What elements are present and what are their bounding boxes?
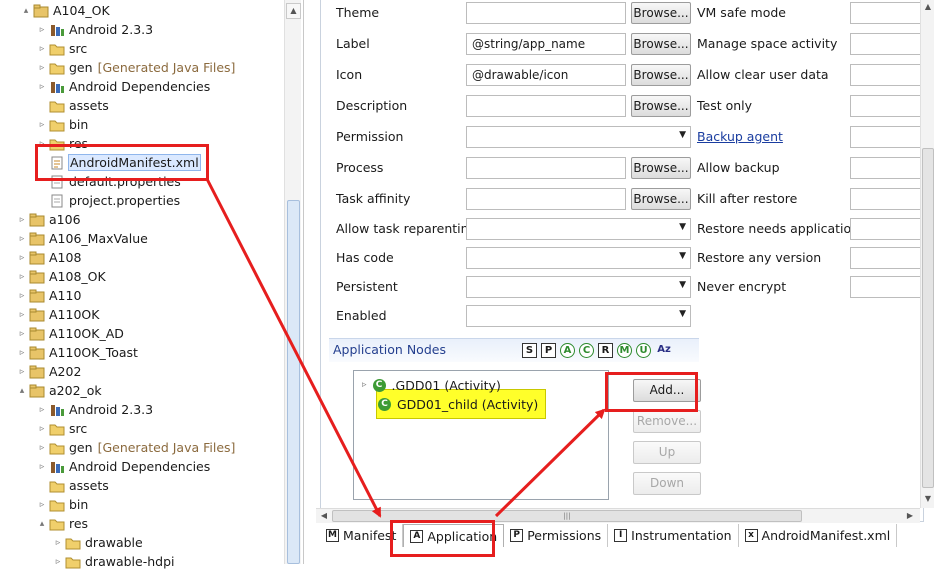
arrow-application-tab-to-add [494, 408, 606, 518]
annotation-arrows [205, 178, 606, 518]
arrow-manifest-to-application-tab [205, 178, 382, 518]
